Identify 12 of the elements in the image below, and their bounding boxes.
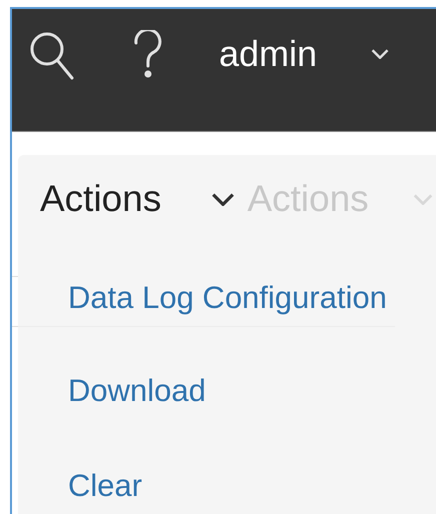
menu-item[interactable]: Clear	[18, 468, 436, 504]
caret-icon	[371, 49, 390, 59]
actions-dropdown-button[interactable]: Actions	[40, 177, 236, 221]
search-icon[interactable]	[28, 30, 75, 80]
menu-item[interactable]: Download	[18, 373, 436, 409]
user-menu-button[interactable]: admin	[219, 32, 390, 76]
username: admin	[219, 32, 318, 76]
faded-caret-icon	[412, 194, 433, 204]
caret-icon	[211, 192, 236, 206]
help-icon[interactable]	[133, 30, 163, 78]
menu-item[interactable]: Data Log Configuration	[18, 280, 436, 316]
actions-label: Actions	[40, 177, 162, 221]
